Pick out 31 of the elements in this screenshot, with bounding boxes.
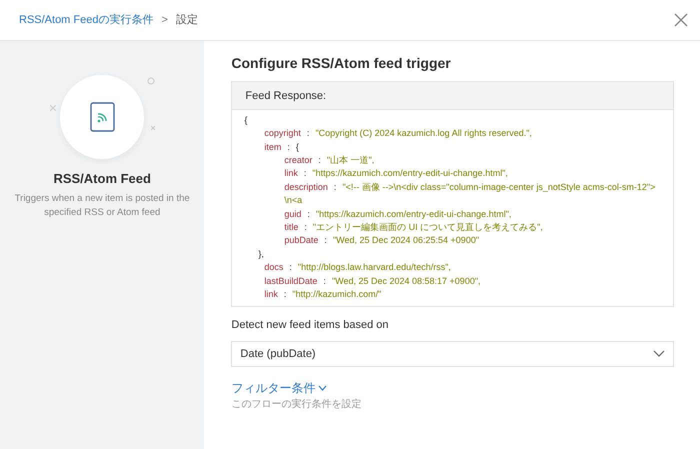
chevron-icon [318, 384, 328, 391]
json-line: title : "エントリー編集画面の UI について見直しを考えてみる", [283, 221, 544, 234]
field-label: Detect new feed items based on [231, 318, 390, 334]
json-line: item : { [263, 140, 300, 154]
json-line: pubDate : "Wed, 25 Dec 2024 06:25:54 +0900" [283, 234, 480, 248]
breadcrumb-current: 設定 [176, 12, 198, 28]
filter-description: このフローの実行条件を設定 [231, 398, 362, 412]
breadcrumb-link[interactable]: RSS/Atom Feedの実行条件 [19, 12, 154, 28]
rss-feed-icon [90, 102, 115, 132]
json-line: creator : "山本 一道", [283, 154, 376, 168]
trigger-title: RSS/Atom Feed [53, 170, 151, 188]
cross-icon [50, 105, 56, 111]
trigger-description: Triggers when a new item is posted in the specified RSS or Atom feed [14, 192, 191, 220]
panel-header: Feed Response: [232, 82, 673, 110]
cross-icon [151, 126, 155, 130]
section-heading: Configure RSS/Atom feed trigger [231, 55, 452, 72]
json-brace: { [244, 114, 248, 127]
json-line: lastBuildDate : "Wed, 25 Dec 2024 08:58:17 +0900", [263, 274, 482, 288]
chevron-down-icon [653, 350, 665, 358]
breadcrumb-separator: > [161, 12, 168, 28]
dropdown-select[interactable]: Date (pubDate) [231, 340, 674, 367]
circle-icon [147, 77, 155, 85]
json-line: copyright : "Copyright (C) 2024 kazumich.log All rights reserved.", [263, 127, 533, 140]
close-icon[interactable] [674, 13, 688, 27]
json-line: link : "https://kazumich.com/entry-edit-ui-change.html", [283, 167, 509, 180]
json-line: docs : "http://blogs.law.harvard.edu/tech/rss", [263, 261, 452, 274]
json-line: description : "<!-- 画像 -->\n<div class="column-image-center js_notStyle acms-col-sm-12">\n<a [283, 180, 656, 208]
json-brace: }, [257, 248, 265, 261]
filter-link[interactable]: フィルター条件 [231, 378, 328, 397]
json-line: guid : "https://kazumich.com/entry-edit-ui-change.html", [283, 208, 512, 221]
json-line: link : "http://kazumich.com/" [263, 288, 382, 302]
